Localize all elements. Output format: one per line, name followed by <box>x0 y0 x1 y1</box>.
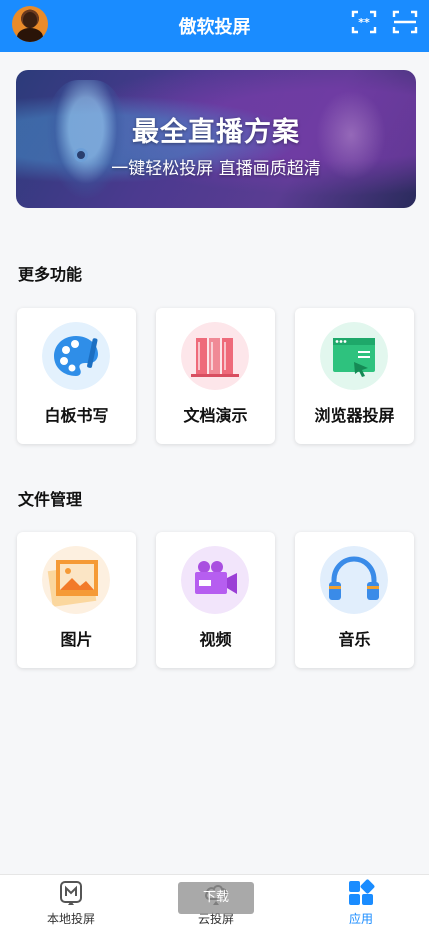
music-card[interactable]: 音乐 <box>295 532 414 668</box>
video-camera-icon <box>181 546 249 614</box>
whiteboard-label: 白板书写 <box>44 406 109 425</box>
screen-cast-icon[interactable]: ** <box>350 8 378 36</box>
apps-grid-icon <box>349 879 375 905</box>
document-demo-label: 文档演示 <box>183 406 248 425</box>
headphones-icon <box>320 546 388 614</box>
app-header: 傲软投屏 ** <box>0 0 429 52</box>
document-demo-card[interactable]: 文档演示 <box>156 308 275 444</box>
scan-qr-icon[interactable] <box>391 8 419 36</box>
nav-apps[interactable]: 应用 <box>301 879 421 927</box>
browser-cast-card[interactable]: 浏览器投屏 <box>295 308 414 444</box>
avatar-face-shape <box>23 12 37 28</box>
nav-local-cast-label: 本地投屏 <box>46 912 95 926</box>
video-label: 视频 <box>199 630 232 649</box>
svg-text:**: ** <box>358 16 370 29</box>
banner-subtitle: 一键轻松投屏 直播画质超清 <box>111 159 321 179</box>
file-management-title: 文件管理 <box>18 490 83 509</box>
avatar-body-shape <box>17 28 43 42</box>
browser-cast-icon <box>320 322 388 390</box>
user-avatar[interactable] <box>12 6 48 42</box>
image-icon <box>42 546 110 614</box>
local-cast-icon <box>60 881 82 905</box>
image-card[interactable]: 图片 <box>17 532 136 668</box>
more-functions-title: 更多功能 <box>18 265 83 284</box>
palette-icon <box>42 322 110 390</box>
nav-local-cast[interactable]: 本地投屏 <box>11 879 131 927</box>
app-title: 傲软投屏 <box>178 17 251 38</box>
promo-banner[interactable]: 最全直播方案 一键轻松投屏 直播画质超清 <box>16 70 416 208</box>
browser-cast-label: 浏览器投屏 <box>314 406 395 425</box>
music-label: 音乐 <box>338 630 371 649</box>
video-card[interactable]: 视频 <box>156 532 275 668</box>
download-toast: 下载 <box>178 882 254 914</box>
banner-title: 最全直播方案 <box>132 117 300 148</box>
nav-apps-label: 应用 <box>348 912 373 926</box>
document-books-icon <box>181 322 249 390</box>
whiteboard-card[interactable]: 白板书写 <box>17 308 136 444</box>
image-label: 图片 <box>60 630 93 649</box>
